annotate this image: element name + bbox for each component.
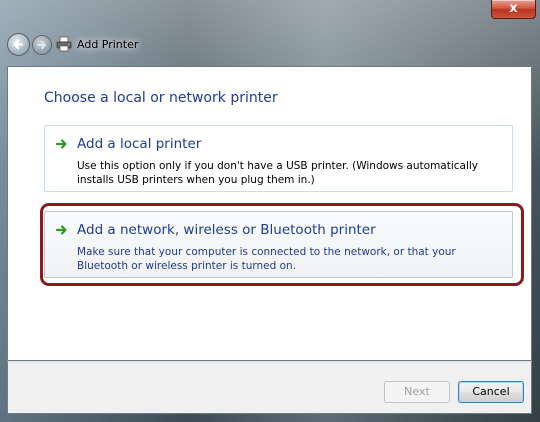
next-button[interactable]: Next [384,381,450,403]
title-bar: Add Printer [0,18,540,66]
window-frame: x Add Printer Choose a local or network … [0,0,540,422]
printer-icon [56,36,72,52]
back-arrow-icon [13,39,24,50]
forward-arrow-icon [37,41,46,49]
add-local-printer-option[interactable]: Add a local printer Use this option only… [44,125,513,192]
window-title: Add Printer [77,38,139,51]
forward-button[interactable] [32,35,52,55]
back-button[interactable] [7,33,30,56]
close-button[interactable]: x [491,0,536,19]
cancel-button[interactable]: Cancel [458,381,524,403]
option-description: Use this option only if you don't have a… [77,160,479,186]
dialog-footer: Next Cancel [7,361,532,414]
highlight-outline [40,203,524,286]
green-arrow-icon [55,139,67,149]
page-heading: Choose a local or network printer [44,90,278,106]
option-title: Add a local printer [77,136,202,152]
